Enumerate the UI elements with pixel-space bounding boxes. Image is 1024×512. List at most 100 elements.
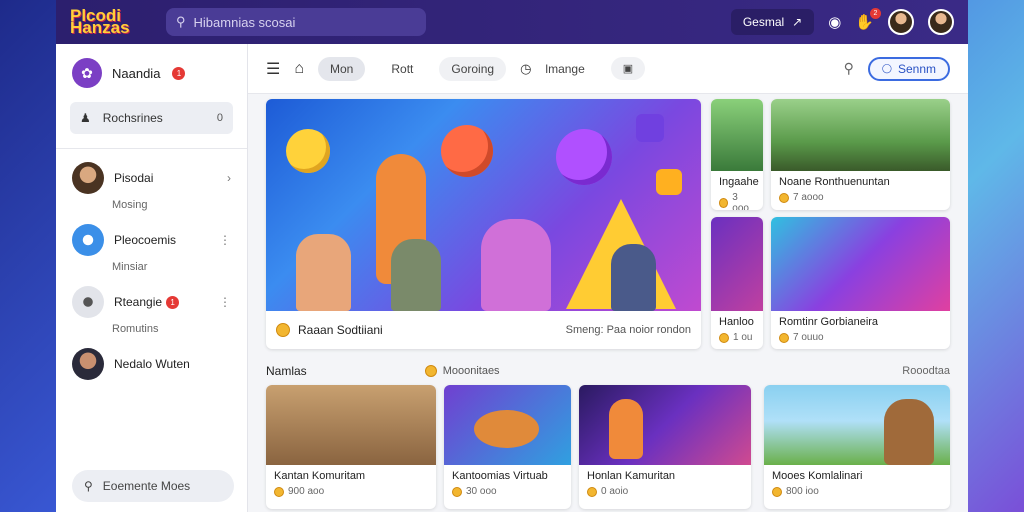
user-avatar[interactable] [928,9,954,35]
game-card[interactable]: Noane Ronthuenuntan 7 aooo [771,99,950,210]
action-label: Sennm [897,61,936,76]
tab-mon[interactable]: Mon [318,56,366,81]
search-icon: ⚲ [84,479,93,493]
card-meta: 7 aooo [771,188,950,203]
coin-icon [587,486,597,497]
coin-icon [274,486,284,497]
card-image [771,217,950,311]
friend-item[interactable]: Pisodai › [56,155,247,195]
friend-avatar[interactable] [888,9,914,35]
friend-avatar [72,224,104,256]
card-image [771,99,950,171]
tab-lmange[interactable]: lmange [545,57,596,81]
friend-status: Romutins [112,323,159,335]
card-meta: 0 aoio [579,482,751,497]
card-meta-text: 900 aoo [288,486,325,497]
app-window: Plcodi Hanzas ⚲ Hibamnias scosai Gesmal … [56,0,968,512]
friend-badge: 1 [166,295,180,309]
card-meta-text: 0 aoio [601,486,629,497]
coin-icon [719,198,729,208]
game-card[interactable]: Ingaahe 3 ooo [711,99,763,210]
tab-rott[interactable]: Rott [379,57,425,81]
card-title: Kantan Komuritam [274,470,366,482]
card-meta-text: 3 ooo [732,192,749,210]
calendar-icon[interactable]: ▣ [610,57,646,80]
notification-icon[interactable]: ✋ 2 [855,8,881,31]
person-icon: ♟ [80,111,91,125]
recent-count: 0 [216,112,223,124]
menu-icon[interactable]: ☰ [266,59,280,79]
action-button[interactable]: ◯ Sennm [867,56,950,81]
card-meta-text: 1 ou [733,332,753,343]
tab-bar: ☰ ⌂ Mon Rott Goroing ◷ lmange ▣ ⚲ ◯ Senn… [248,44,968,94]
app-logo[interactable]: Plcodi Hanzas [70,7,140,36]
friend-item[interactable]: Nedalo Wuten [56,341,247,381]
card-image [764,385,950,465]
game-card[interactable]: Romtinr Gorbianeira 7 ouuo [771,217,950,349]
friend-name: Nedalo Wuten [114,357,190,371]
friend-item[interactable]: Rteangie 1 ⋮ [56,279,247,319]
sidebar-search-button[interactable]: ⚲ Eoemente Moes [72,470,234,502]
search-icon: ⚲ [176,14,186,29]
notification-count: 2 [870,8,881,19]
friend-status: Mosing [112,199,148,211]
card-meta-text: 800 ioo [786,486,819,497]
more-icon[interactable]: ⋮ [219,295,231,309]
section-title: Namlas [266,364,307,378]
card-title: Honlan Kamuritan [587,470,676,482]
recent-label: Rochsrines [102,111,163,125]
tab-goroing[interactable]: Goroing [439,56,507,81]
card-meta: 7 ouuo [771,328,950,343]
featured-meta: Smeng: Paa noior rondon [565,324,691,336]
game-card[interactable]: Kantoomias Virtuab 30 ooo [444,385,571,509]
game-card[interactable]: Honlan Kamuritan 0 aoio [579,385,751,509]
top-bar: Plcodi Hanzas ⚲ Hibamnias scosai Gesmal … [56,0,968,44]
coin-icon [779,332,789,343]
card-title: Mooes Komlalinari [772,470,863,482]
clock-icon[interactable]: ◷ [520,61,531,77]
friend-avatar [72,286,104,318]
card-title: Kantoomias Virtuab [452,470,548,482]
home-icon[interactable]: ⌂ [294,60,304,78]
friend-name: Pisodai [114,171,154,185]
sidebar-bottom-label: Eoemente Moes [102,479,191,493]
game-card[interactable]: Hanloo 1 ou [711,217,763,349]
friend-avatar [72,348,104,380]
profile-row[interactable]: ✿ Naandia 1 [56,44,247,98]
share-icon: ↗ [792,15,803,29]
section-filter[interactable]: Mooonitaes [424,365,500,377]
chevron-right-icon[interactable]: › [227,171,231,185]
friend-name: Pleocoemis [114,233,177,247]
profile-badge: 1 [172,66,186,80]
more-icon[interactable]: ⋮ [219,233,231,247]
divider [56,148,247,149]
card-meta: 800 ioo [764,482,950,497]
featured-image [266,99,701,311]
channel-button[interactable]: Gesmal ↗ [730,9,815,35]
friend-item[interactable]: Pleocoemis ⋮ [56,217,247,257]
search-icon[interactable]: ⚲ [844,60,854,77]
friend-name: Rteangie [114,295,163,309]
featured-card[interactable]: Raaan Sodtiiani Smeng: Paa noior rondon [266,99,701,349]
recent-button[interactable]: ♟ Rochsrines 0 [70,102,233,134]
card-meta-text: 30 ooo [466,486,497,497]
card-image [266,385,436,465]
game-card[interactable]: Mooes Komlalinari 800 ioo [764,385,950,509]
profile-name: Naandia [112,65,161,81]
card-meta: 900 aoo [266,482,436,497]
game-card[interactable]: Kantan Komuritam 900 aoo [266,385,436,509]
section-see-all[interactable]: Rooodtaa [902,365,950,377]
settings-icon[interactable]: ◉ [828,13,841,31]
coin-icon [452,486,462,497]
coin-icon [276,323,290,337]
card-meta: 1 ou [711,328,763,343]
card-meta-text: 7 aooo [793,192,824,203]
card-title: Noane Ronthuenuntan [779,176,890,188]
card-meta: 30 ooo [444,482,571,497]
featured-footer: Raaan Sodtiiani Smeng: Paa noior rondon [266,311,701,349]
coin-icon [772,486,782,497]
main-content: ☰ ⌂ Mon Rott Goroing ◷ lmange ▣ ⚲ ◯ Senn… [248,44,968,512]
card-title: Romtinr Gorbianeira [779,316,879,328]
search-input[interactable]: ⚲ Hibamnias scosai [166,8,426,36]
card-image [444,385,571,465]
